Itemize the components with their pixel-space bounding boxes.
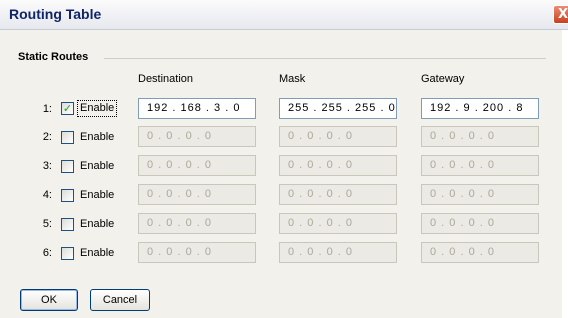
gateway-field-3: 0 . 0 . 0 . 0	[421, 155, 539, 176]
gateway-field-4: 0 . 0 . 0 . 0	[421, 184, 539, 205]
mask-field-5: 0 . 0 . 0 . 0	[279, 213, 397, 234]
mask-field-1[interactable]: 255 . 255 . 255 . 0	[279, 98, 397, 119]
title-bar: Routing Table	[0, 0, 568, 30]
enable-label[interactable]: Enable	[76, 100, 118, 117]
mask-field-3: 0 . 0 . 0 . 0	[279, 155, 397, 176]
destination-field-6: 0 . 0 . 0 . 0	[138, 242, 256, 263]
cancel-button[interactable]: Cancel	[90, 289, 150, 311]
row-number: 1:	[42, 103, 52, 115]
enable-checkbox-3[interactable]	[61, 160, 74, 173]
destination-field-3: 0 . 0 . 0 . 0	[138, 155, 256, 176]
enable-checkbox-5[interactable]	[61, 218, 74, 231]
mask-field-2: 0 . 0 . 0 . 0	[279, 126, 397, 147]
mask-field-6: 0 . 0 . 0 . 0	[279, 242, 397, 263]
gateway-field-2: 0 . 0 . 0 . 0	[421, 126, 539, 147]
row-number: 6:	[42, 247, 52, 259]
row-number: 4:	[42, 189, 52, 201]
section-divider	[104, 58, 546, 59]
close-icon[interactable]: X	[553, 5, 568, 24]
gateway-field-1[interactable]: 192 . 9 . 200 . 8	[421, 98, 539, 119]
destination-field-5: 0 . 0 . 0 . 0	[138, 213, 256, 234]
gateway-field-5: 0 . 0 . 0 . 0	[421, 213, 539, 234]
mask-column-header: Mask	[279, 73, 306, 85]
gateway-column-header: Gateway	[421, 73, 465, 85]
row-number: 2:	[42, 131, 52, 143]
destination-field-2: 0 . 0 . 0 . 0	[138, 126, 256, 147]
window-title: Routing Table	[9, 6, 102, 22]
mask-field-4: 0 . 0 . 0 . 0	[279, 184, 397, 205]
enable-checkbox-4[interactable]	[61, 189, 74, 202]
enable-label[interactable]: Enable	[78, 246, 116, 261]
destination-field-1[interactable]: 192 . 168 . 3 . 0	[138, 98, 256, 119]
enable-checkbox-1[interactable]: ✓	[61, 102, 74, 115]
enable-checkbox-2[interactable]	[61, 131, 74, 144]
row-number: 5:	[42, 218, 52, 230]
enable-label[interactable]: Enable	[78, 159, 116, 174]
gateway-field-6: 0 . 0 . 0 . 0	[421, 242, 539, 263]
enable-label[interactable]: Enable	[78, 217, 116, 232]
destination-column-header: Destination	[138, 73, 194, 85]
enable-checkbox-6[interactable]	[61, 247, 74, 260]
destination-field-4: 0 . 0 . 0 . 0	[138, 184, 256, 205]
ok-button[interactable]: OK	[20, 289, 78, 311]
row-number: 3:	[42, 160, 52, 172]
section-title: Static Routes	[18, 51, 89, 63]
enable-label[interactable]: Enable	[78, 188, 116, 203]
enable-label[interactable]: Enable	[78, 130, 116, 145]
